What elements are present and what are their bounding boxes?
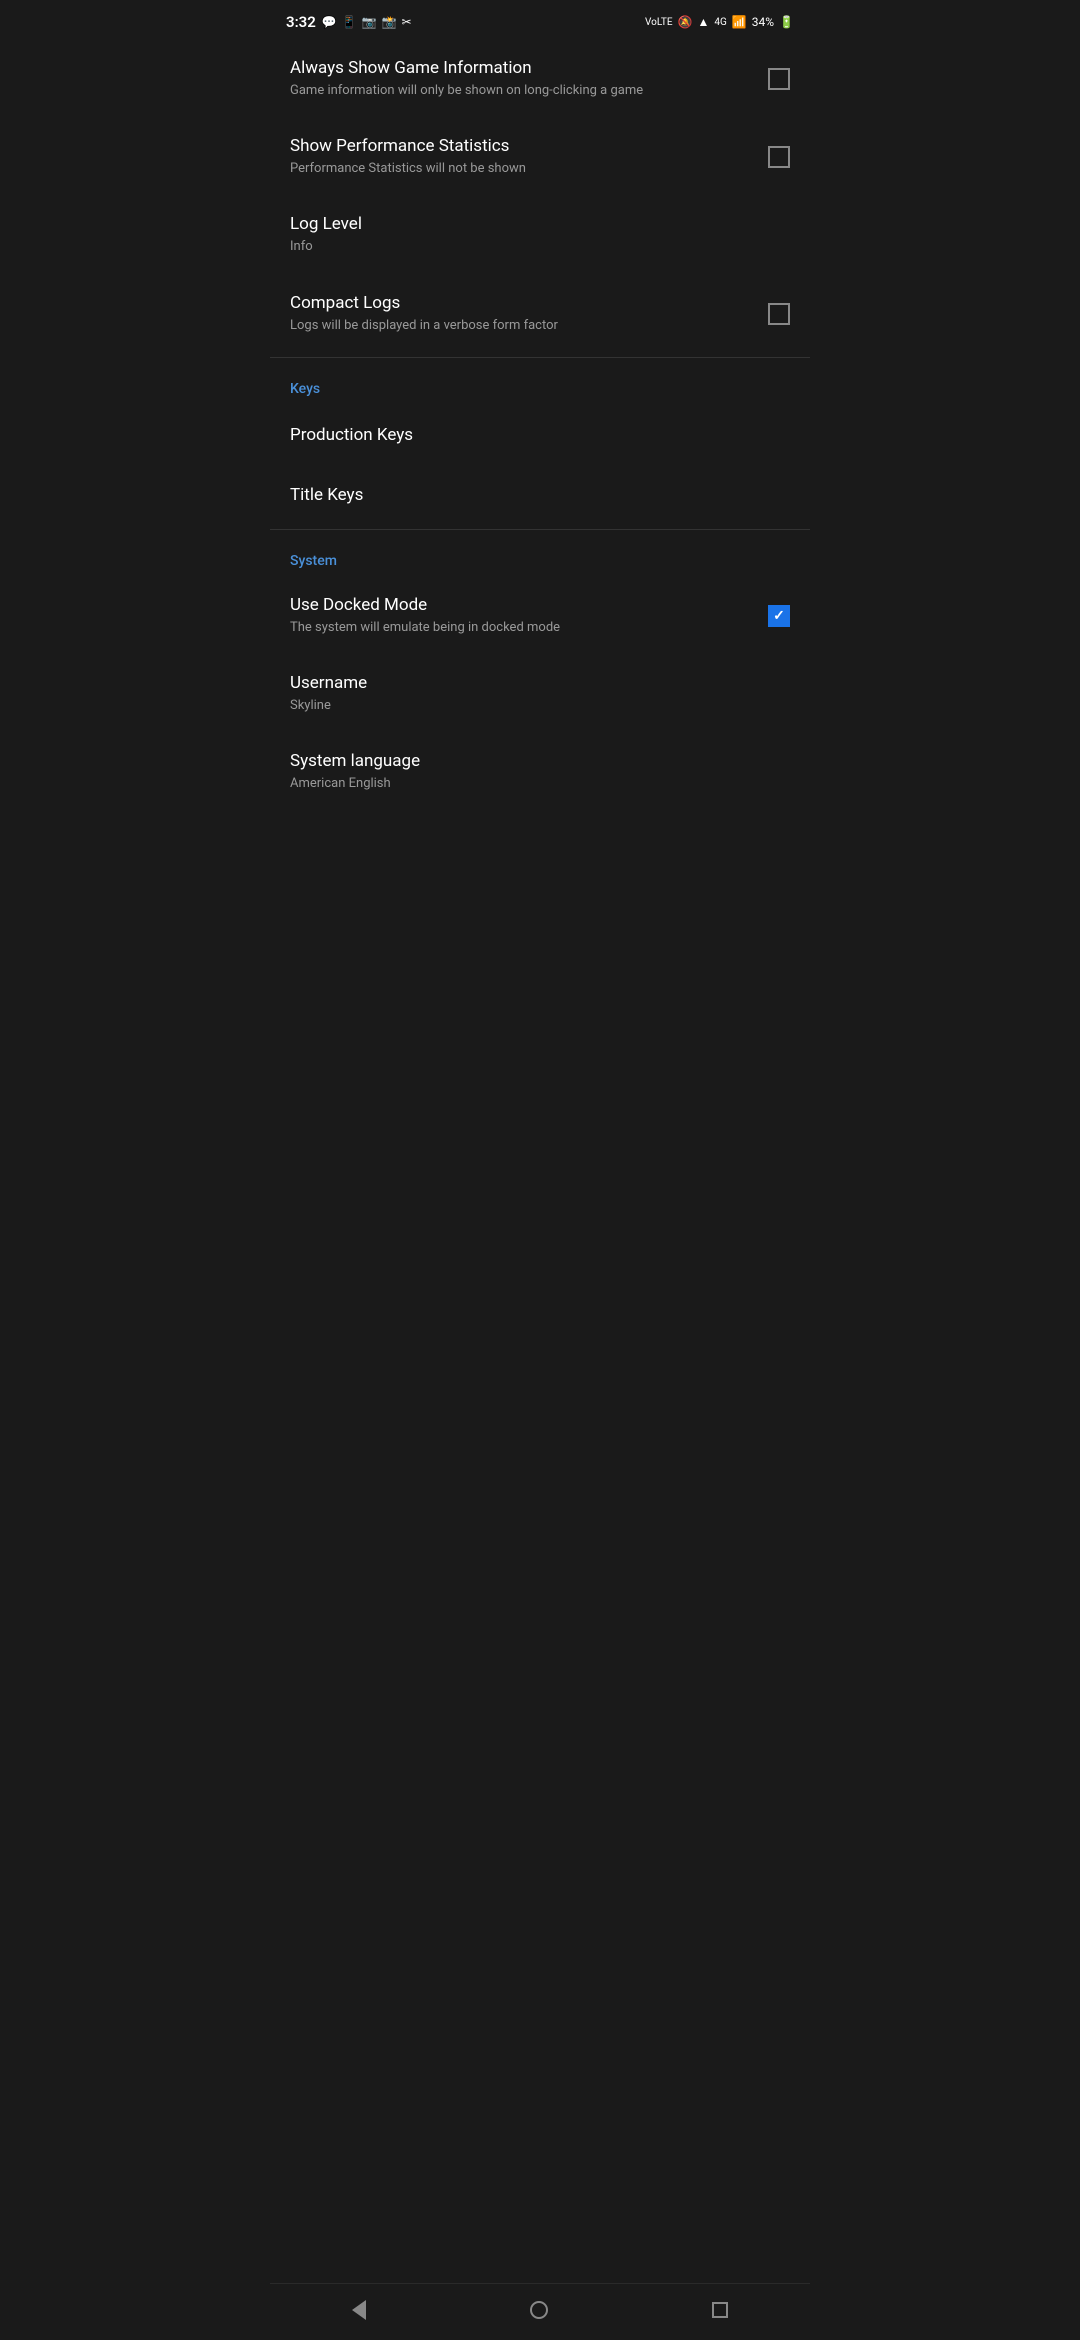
compact-logs-checkbox[interactable] — [768, 303, 790, 325]
production-keys-text: Production Keys — [290, 425, 790, 445]
username-item[interactable]: Username Skyline — [270, 655, 810, 733]
always-show-game-info-title: Always Show Game Information — [290, 58, 752, 78]
username-value: Skyline — [290, 697, 774, 715]
log-level-text: Log Level Info — [290, 214, 790, 256]
signal-icon: ▲ — [697, 15, 709, 29]
system-language-value: American English — [290, 775, 774, 793]
log-level-value: Info — [290, 238, 774, 256]
production-keys-item[interactable]: Production Keys — [270, 405, 810, 465]
whatsapp-icon: 💬 — [322, 15, 337, 29]
compact-logs-title: Compact Logs — [290, 293, 752, 313]
show-performance-stats-checkbox[interactable] — [768, 146, 790, 168]
always-show-game-info-text: Always Show Game Information Game inform… — [290, 58, 768, 100]
show-performance-stats-text: Show Performance Statistics Performance … — [290, 136, 768, 178]
keys-section-label: Keys — [290, 381, 320, 397]
log-level-title: Log Level — [290, 214, 774, 234]
back-icon — [352, 2300, 366, 2320]
wifi-icon: 📶 — [732, 15, 747, 29]
home-icon — [530, 2301, 548, 2319]
show-performance-stats-subtitle: Performance Statistics will not be shown — [290, 160, 752, 178]
title-keys-text: Title Keys — [290, 485, 790, 505]
title-keys-title: Title Keys — [290, 485, 790, 505]
status-icons: 💬 📱 📷 📸 ✂ — [322, 15, 412, 29]
recents-button[interactable] — [688, 2294, 752, 2326]
title-keys-item[interactable]: Title Keys — [270, 465, 810, 525]
use-docked-mode-checkbox[interactable] — [768, 605, 790, 627]
status-time: 3:32 — [286, 13, 316, 31]
compact-logs-item[interactable]: Compact Logs Logs will be displayed in a… — [270, 275, 810, 353]
show-performance-stats-item[interactable]: Show Performance Statistics Performance … — [270, 118, 810, 196]
volte-icon: VoLTE — [645, 17, 673, 28]
instagram-icon: 📷 — [362, 15, 377, 29]
system-section-divider — [270, 529, 810, 530]
always-show-game-info-subtitle: Game information will only be shown on l… — [290, 82, 752, 100]
always-show-game-info-item[interactable]: Always Show Game Information Game inform… — [270, 40, 810, 118]
recents-icon — [712, 2302, 728, 2318]
use-docked-mode-item[interactable]: Use Docked Mode The system will emulate … — [270, 577, 810, 655]
system-language-item[interactable]: System language American English — [270, 733, 810, 811]
camera-icon: 📸 — [382, 15, 397, 29]
system-section-label: System — [290, 553, 337, 569]
system-language-text: System language American English — [290, 751, 790, 793]
compact-logs-text: Compact Logs Logs will be displayed in a… — [290, 293, 768, 335]
nav-bar — [270, 2283, 810, 2340]
battery-percentage: 34% — [752, 15, 774, 29]
use-docked-mode-title: Use Docked Mode — [290, 595, 752, 615]
status-bar: 3:32 💬 📱 📷 📸 ✂ VoLTE 🔕 ▲ 4G 📶 34% 🔋 — [270, 0, 810, 40]
username-title: Username — [290, 673, 774, 693]
use-docked-mode-text: Use Docked Mode The system will emulate … — [290, 595, 768, 637]
production-keys-title: Production Keys — [290, 425, 790, 445]
battery-icon: 🔋 — [779, 15, 794, 29]
log-level-item[interactable]: Log Level Info — [270, 196, 810, 274]
system-language-title: System language — [290, 751, 774, 771]
home-button[interactable] — [506, 2293, 572, 2327]
scissors-icon: ✂ — [402, 15, 412, 29]
mute-icon: 🔕 — [678, 15, 693, 29]
settings-content: Always Show Game Information Game inform… — [270, 40, 810, 2340]
system-section-header: System — [270, 534, 810, 577]
status-bar-left: 3:32 💬 📱 📷 📸 ✂ — [286, 13, 412, 31]
keys-section-divider — [270, 357, 810, 358]
status-bar-right: VoLTE 🔕 ▲ 4G 📶 34% 🔋 — [645, 15, 794, 29]
4g-icon: 4G — [714, 17, 726, 28]
keys-section-header: Keys — [270, 362, 810, 405]
use-docked-mode-subtitle: The system will emulate being in docked … — [290, 619, 752, 637]
phone-icon: 📱 — [342, 15, 357, 29]
always-show-game-info-checkbox[interactable] — [768, 68, 790, 90]
show-performance-stats-title: Show Performance Statistics — [290, 136, 752, 156]
back-button[interactable] — [328, 2292, 390, 2328]
username-text: Username Skyline — [290, 673, 790, 715]
compact-logs-subtitle: Logs will be displayed in a verbose form… — [290, 317, 752, 335]
